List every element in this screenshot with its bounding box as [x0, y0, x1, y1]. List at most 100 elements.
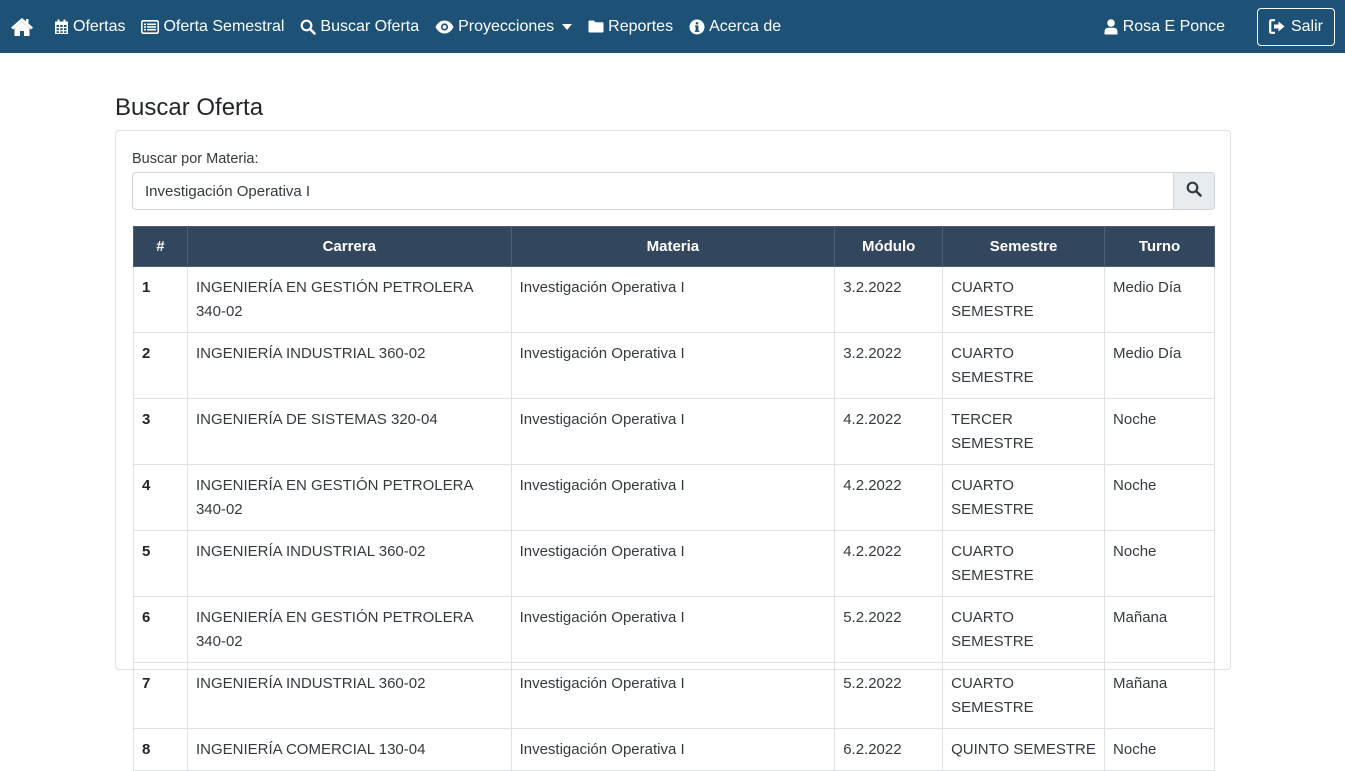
cell-carrera: INGENIERÍA EN GESTIÓN PETROLERA 340-02 — [186, 266, 512, 333]
cell-semestre: TERCER SEMESTRE — [942, 398, 1106, 465]
table-row[interactable]: 8 INGENIERÍA COMERCIAL 130-04 Investigac… — [133, 728, 1215, 771]
info-icon — [689, 19, 705, 35]
cell-number: 2 — [133, 332, 188, 399]
cell-number: 5 — [133, 530, 188, 597]
table-row[interactable]: 4 INGENIERÍA EN GESTIÓN PETROLERA 340-02… — [133, 464, 1215, 531]
cell-modulo: 4.2.2022 — [834, 464, 944, 531]
list-card-icon — [141, 19, 160, 34]
cell-materia: Investigación Operativa I — [510, 464, 836, 531]
results-table: # Carrera Materia Módulo Semestre Turno … — [133, 226, 1215, 771]
nav-buscar-oferta-label: Buscar Oferta — [320, 17, 420, 35]
nav-ofertas[interactable]: Ofertas — [54, 18, 125, 36]
cell-semestre: CUARTO SEMESTRE — [942, 530, 1106, 597]
cell-number: 7 — [133, 662, 188, 729]
cell-turno: Noche — [1104, 728, 1215, 771]
col-header-number[interactable]: # — [133, 226, 188, 267]
cell-turno: Medio Día — [1104, 266, 1215, 333]
nav-buscar-oferta[interactable]: Buscar Oferta — [300, 18, 419, 36]
cell-semestre: CUARTO SEMESTRE — [942, 596, 1106, 663]
table-header-row: # Carrera Materia Módulo Semestre Turno — [133, 226, 1215, 267]
cell-carrera: INGENIERÍA COMERCIAL 130-04 — [186, 728, 512, 771]
cell-semestre: CUARTO SEMESTRE — [942, 266, 1106, 333]
nav-proyecciones-dropdown[interactable]: Proyecciones — [435, 17, 573, 36]
folder-icon — [588, 20, 604, 33]
cell-turno: Mañana — [1104, 662, 1215, 729]
cell-modulo: 4.2.2022 — [834, 530, 944, 597]
logout-button[interactable]: Salir — [1256, 7, 1335, 46]
nav-acerca-de-label: Acerca de — [709, 17, 782, 35]
cell-materia: Investigación Operativa I — [510, 530, 836, 597]
cell-carrera: INGENIERÍA EN GESTIÓN PETROLERA 340-02 — [186, 596, 512, 663]
cell-semestre: CUARTO SEMESTRE — [942, 662, 1106, 729]
search-icon — [300, 19, 317, 35]
cell-carrera: INGENIERÍA INDUSTRIAL 360-02 — [186, 332, 512, 399]
cell-number: 1 — [133, 266, 188, 333]
search-label: Buscar por Materia: — [132, 151, 259, 167]
cell-number: 3 — [133, 398, 188, 465]
top-navbar: Ofertas Oferta Semestral Buscar Oferta P… — [0, 0, 1345, 53]
cell-turno: Medio Día — [1104, 332, 1215, 399]
table-row[interactable]: 6 INGENIERÍA EN GESTIÓN PETROLERA 340-02… — [133, 596, 1215, 663]
cell-carrera: INGENIERÍA EN GESTIÓN PETROLERA 340-02 — [186, 464, 512, 531]
user-icon — [1104, 18, 1118, 35]
cell-materia: Investigación Operativa I — [510, 662, 836, 729]
cell-number: 8 — [133, 728, 188, 771]
cell-turno: Mañana — [1104, 596, 1215, 663]
cell-turno: Noche — [1104, 398, 1215, 465]
cell-materia: Investigación Operativa I — [510, 728, 836, 771]
cell-modulo: 3.2.2022 — [834, 266, 944, 333]
sign-out-icon — [1269, 19, 1286, 34]
eye-icon — [435, 20, 454, 34]
nav-proyecciones-label: Proyecciones — [458, 17, 555, 35]
cell-carrera: INGENIERÍA INDUSTRIAL 360-02 — [186, 530, 512, 597]
search-icon — [1186, 181, 1202, 202]
table-row[interactable]: 3 INGENIERÍA DE SISTEMAS 320-04 Investig… — [133, 398, 1215, 465]
search-card: Buscar por Materia: # Carrera Materia Mó… — [115, 130, 1231, 771]
home-icon[interactable] — [10, 17, 34, 37]
cell-materia: Investigación Operativa I — [510, 266, 836, 333]
table-row[interactable]: 7 INGENIERÍA INDUSTRIAL 360-02 Investiga… — [133, 662, 1215, 729]
calendar-icon — [54, 19, 69, 35]
search-input[interactable] — [132, 172, 1173, 210]
user-menu[interactable]: Rosa E Ponce — [1104, 18, 1225, 36]
cell-modulo: 4.2.2022 — [834, 398, 944, 465]
cell-semestre: CUARTO SEMESTRE — [942, 464, 1106, 531]
page-title: Buscar Oferta — [115, 94, 264, 121]
col-header-modulo[interactable]: Módulo — [834, 226, 944, 267]
col-header-carrera[interactable]: Carrera — [186, 226, 512, 267]
cell-carrera: INGENIERÍA INDUSTRIAL 360-02 — [186, 662, 512, 729]
cell-materia: Investigación Operativa I — [510, 398, 836, 465]
cell-materia: Investigación Operativa I — [510, 332, 836, 399]
cell-semestre: CUARTO SEMESTRE — [942, 332, 1106, 399]
cell-turno: Noche — [1104, 464, 1215, 531]
nav-oferta-semestral[interactable]: Oferta Semestral — [141, 18, 284, 36]
cell-carrera: INGENIERÍA DE SISTEMAS 320-04 — [186, 398, 512, 465]
cell-semestre: QUINTO SEMESTRE — [942, 728, 1106, 771]
cell-number: 4 — [133, 464, 188, 531]
chevron-down-icon — [562, 23, 573, 30]
nav-ofertas-label: Ofertas — [73, 17, 126, 35]
cell-modulo: 6.2.2022 — [834, 728, 944, 771]
cell-modulo: 5.2.2022 — [834, 662, 944, 729]
search-button[interactable] — [1173, 172, 1215, 210]
cell-materia: Investigación Operativa I — [510, 596, 836, 663]
col-header-materia[interactable]: Materia — [510, 226, 836, 267]
cell-number: 6 — [133, 596, 188, 663]
cell-turno: Noche — [1104, 530, 1215, 597]
nav-acerca-de[interactable]: Acerca de — [689, 18, 781, 36]
table-row[interactable]: 1 INGENIERÍA EN GESTIÓN PETROLERA 340-02… — [133, 266, 1215, 333]
nav-oferta-semestral-label: Oferta Semestral — [163, 17, 285, 35]
table-row[interactable]: 5 INGENIERÍA INDUSTRIAL 360-02 Investiga… — [133, 530, 1215, 597]
nav-reportes-label: Reportes — [608, 17, 674, 35]
cell-modulo: 5.2.2022 — [834, 596, 944, 663]
cell-modulo: 3.2.2022 — [834, 332, 944, 399]
col-header-turno[interactable]: Turno — [1104, 226, 1215, 267]
user-name: Rosa E Ponce — [1122, 17, 1225, 35]
nav-reportes[interactable]: Reportes — [588, 18, 673, 36]
logout-label: Salir — [1290, 17, 1323, 35]
nav-right: Rosa E Ponce Salir — [1104, 0, 1335, 53]
search-group — [132, 172, 1215, 210]
col-header-semestre[interactable]: Semestre — [942, 226, 1106, 267]
table-row[interactable]: 2 INGENIERÍA INDUSTRIAL 360-02 Investiga… — [133, 332, 1215, 399]
nav-left: Ofertas Oferta Semestral Buscar Oferta P… — [0, 0, 797, 53]
